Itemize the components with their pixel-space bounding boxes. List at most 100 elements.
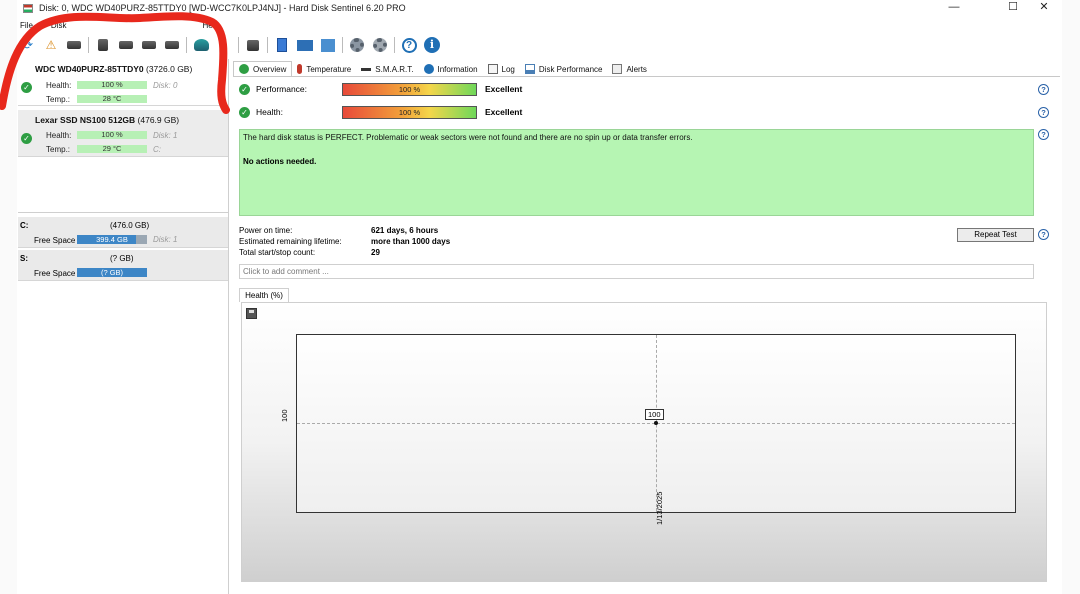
toolbar-separator (267, 37, 268, 53)
help-question-icon[interactable]: ? (1038, 107, 1049, 118)
chart-tab-health[interactable]: Health (%) (239, 288, 289, 302)
app-flag-icon (23, 3, 33, 13)
tab-strip: Overview Temperature S.M.A.R.T. Informat… (233, 61, 652, 76)
info-icon (423, 64, 434, 74)
maximize-button[interactable]: ☐ (999, 0, 1027, 16)
lifetime-value: more than 1000 days (371, 237, 451, 246)
volume-letter: C: (20, 221, 29, 230)
temp-bar: 28 °C (77, 95, 147, 103)
health-bar: 100 % (342, 105, 477, 119)
volume-disk: Disk: 1 (153, 235, 178, 244)
outer-margin-right (1062, 0, 1080, 594)
info-icon[interactable]: i (423, 36, 441, 54)
ok-check-icon: ✓ (239, 106, 250, 118)
disk-name: WDC WD40PURZ-85TTDY0 (3726.0 GB) (35, 64, 193, 74)
refresh-icon[interactable]: ⟳ (19, 36, 37, 54)
volume-letter: S: (20, 254, 28, 263)
help-question-icon[interactable]: ? (1038, 129, 1049, 140)
email-icon[interactable] (296, 36, 314, 54)
toolbar-separator (342, 37, 343, 53)
close-button[interactable]: ✕ (1030, 0, 1058, 16)
tab-smart[interactable]: S.M.A.R.T. (356, 62, 418, 76)
help-question-icon[interactable]: ? (1038, 84, 1049, 95)
print-icon[interactable] (244, 36, 262, 54)
ok-check-icon: ✓ (21, 133, 32, 144)
disk-check-icon[interactable] (140, 36, 158, 54)
disk-schedule-icon[interactable] (117, 36, 135, 54)
minimize-button[interactable]: — (940, 0, 968, 16)
disk-test-icon[interactable] (94, 36, 112, 54)
health-row: ✓ Health: 100 % Excellent (239, 105, 522, 119)
toolbar-separator (394, 37, 395, 53)
health-bar: 100 % (77, 81, 147, 89)
toolbar-separator (88, 37, 89, 53)
x-tick-label: 1/13/2025 (655, 491, 664, 525)
menu-bar: File Disk Help (17, 19, 1062, 31)
disk-card[interactable]: Lexar SSD NS100 512GB (476.9 GB) ✓ Healt… (18, 110, 228, 157)
ok-check-icon: ✓ (21, 82, 32, 93)
volume-card[interactable]: C: (476.0 GB) Free Space 399.4 GB Disk: … (18, 217, 228, 248)
disk-index: Disk: 1 (153, 131, 178, 140)
outer-margin-left (0, 0, 17, 594)
tab-temperature[interactable]: Temperature (292, 62, 356, 76)
help-icon[interactable]: ? (400, 36, 418, 54)
log-icon (487, 64, 498, 74)
tab-underline (233, 76, 1060, 77)
menu-file[interactable]: File (20, 21, 33, 30)
cable-icon[interactable]: ⌁ (215, 36, 233, 54)
health-label: Health: (46, 81, 72, 90)
toolbar-separator (186, 37, 187, 53)
performance-row: ✓ Performance: 100 % Excellent (239, 82, 522, 96)
tab-overview[interactable]: Overview (233, 61, 293, 76)
volume-card[interactable]: S: (? GB) Free Space (? GB) (18, 250, 228, 281)
check-icon (239, 64, 249, 74)
volume-size: (? GB) (110, 254, 134, 263)
report-icon[interactable] (273, 36, 291, 54)
tools-icon[interactable] (371, 36, 389, 54)
temp-label: Temp.: (46, 145, 71, 154)
health-label: Health: (256, 107, 283, 117)
details-panel: Overview Temperature S.M.A.R.T. Informat… (231, 59, 1062, 594)
save-chart-icon[interactable] (246, 308, 257, 319)
health-chart-area: 100 100 1/13/2025 (241, 302, 1047, 582)
free-space-label: Free Space (34, 269, 76, 278)
panel-divider (18, 212, 228, 213)
title-bar: Disk: 0, WDC WD40PURZ-85TTDY0 [WD-WCC7K0… (17, 0, 1062, 16)
performance-label: Performance: (256, 84, 308, 94)
disk-list-panel: WDC WD40PURZ-85TTDY0 (3726.0 GB) ✓ Healt… (17, 59, 229, 594)
help-question-icon[interactable]: ? (1038, 229, 1049, 240)
tab-disk-performance[interactable]: Disk Performance (520, 62, 608, 76)
tab-alerts[interactable]: Alerts (607, 62, 651, 76)
disk-list-icon[interactable] (65, 36, 83, 54)
data-point (654, 421, 658, 425)
performance-rating: Excellent (485, 84, 523, 94)
smart-icon (361, 67, 372, 71)
status-action: No actions needed. (243, 157, 317, 166)
tab-information[interactable]: Information (419, 62, 483, 76)
menu-help[interactable]: Help (202, 21, 218, 30)
repeat-test-button[interactable]: Repeat Test (957, 228, 1034, 242)
menu-disk[interactable]: Disk (51, 21, 67, 30)
startstop-value: 29 (371, 248, 380, 257)
temp-bar: 29 °C (77, 145, 147, 153)
temp-label: Temp.: (46, 95, 71, 104)
free-space-bar: 399.4 GB (77, 235, 147, 244)
performance-bar: 100 % (342, 82, 477, 96)
power-on-label: Power on time: (239, 226, 293, 235)
gear-icon[interactable] (348, 36, 366, 54)
startstop-label: Total start/stop count: (239, 248, 316, 257)
disk-search-icon[interactable] (163, 36, 181, 54)
alert-icon[interactable]: ⚠ (42, 36, 60, 54)
disk-card[interactable]: WDC WD40PURZ-85TTDY0 (3726.0 GB) ✓ Healt… (18, 59, 228, 106)
data-label: 100 (645, 409, 664, 420)
lifetime-label: Estimated remaining lifetime: (239, 237, 342, 246)
disk-save-icon[interactable] (192, 36, 210, 54)
comment-field[interactable]: Click to add comment ... (239, 264, 1034, 279)
tab-log[interactable]: Log (483, 62, 520, 76)
drive-letter: C: (153, 145, 161, 154)
performance-icon (524, 64, 535, 74)
network-icon[interactable] (319, 36, 337, 54)
status-text: The hard disk status is PERFECT. Problem… (243, 133, 693, 142)
power-on-value: 621 days, 6 hours (371, 226, 439, 235)
health-bar: 100 % (77, 131, 147, 139)
